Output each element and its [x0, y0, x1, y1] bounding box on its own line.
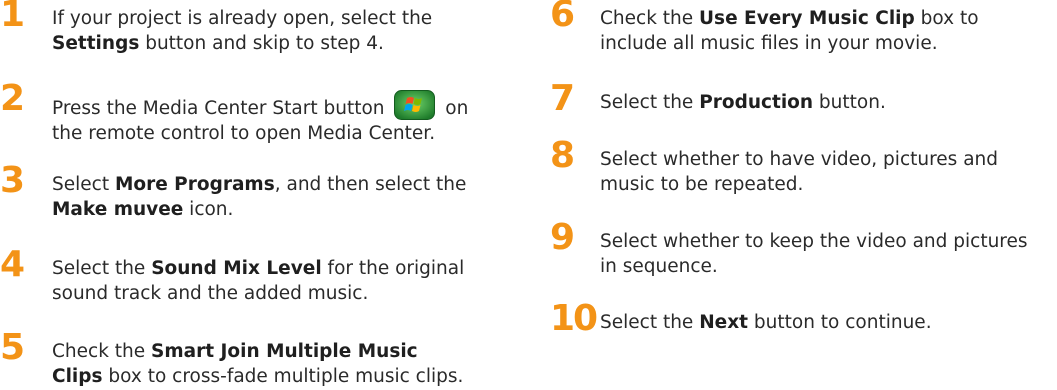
step-text-segment: If your project is already open, select …: [52, 8, 433, 29]
step-text-line: Settings button and skip to step 4.: [52, 31, 432, 56]
step-text: If your project is already open, select …: [52, 6, 432, 56]
ui-element-name: Settings: [52, 33, 140, 54]
ui-element-name: Production: [699, 92, 814, 113]
step-text-segment: Check the: [600, 8, 700, 29]
step-number: 4: [0, 244, 26, 285]
step-text-line: the remote control to open Media Center.: [52, 121, 468, 146]
step-text: Select the Production button.: [600, 90, 886, 115]
step-text-segment: Select whether to have video, pictures a…: [600, 149, 998, 170]
step-text-line: Select whether to have video, pictures a…: [600, 147, 998, 172]
step-text-segment: sound track and the added music.: [52, 283, 369, 304]
step-text: Check the Use Every Music Clip box to inc…: [600, 6, 979, 56]
windows-start-icon: [394, 90, 436, 120]
ui-element-name: Sound Mix Level: [151, 258, 322, 279]
step-text-line: Select the Sound Mix Level for the origi…: [52, 256, 464, 281]
step-text-segment: Select the: [600, 312, 700, 333]
step-text-line: Make muvee icon.: [52, 197, 466, 222]
ui-element-name: Smart Join Multiple Music: [151, 341, 418, 362]
step-text-segment: Select the: [600, 92, 700, 113]
step-text-segment: include all music files in your movie.: [600, 33, 938, 54]
step-text-line: Select the Production button.: [600, 90, 886, 115]
step-text-segment: for the original: [321, 258, 465, 279]
step-text: Select the Sound Mix Level for the origi…: [52, 256, 464, 306]
step-text-line: If your project is already open, select …: [52, 6, 432, 31]
step-text: Select More Programs, and then select th…: [52, 172, 466, 222]
step-text-segment: the remote control to open Media Center.: [52, 123, 436, 144]
step-number: 9: [550, 217, 576, 258]
step-text-line: Check the Smart Join Multiple Music: [52, 339, 463, 364]
step-text-segment: box to cross-fade multiple music clips.: [102, 366, 464, 387]
step-text-segment: icon.: [183, 199, 234, 220]
step-text-segment: button to continue.: [748, 312, 932, 333]
step-number: 3: [0, 160, 26, 201]
step-text-segment: Check the: [52, 341, 152, 362]
step-text-line: Select whether to keep the video and pic…: [600, 229, 1028, 254]
step-text-line: Select the Next button to continue.: [600, 310, 932, 335]
step-text-line: sound track and the added music.: [52, 281, 464, 306]
step-number: 7: [550, 78, 576, 119]
step-text: Select whether to keep the video and pic…: [600, 229, 1028, 279]
step-text-line: Clips box to cross-fade multiple music c…: [52, 364, 463, 389]
step-text-segment: on: [439, 98, 469, 119]
step-text: Press the Media Center Start button on th…: [52, 90, 468, 146]
step-text-line: include all music files in your movie.: [600, 31, 979, 56]
step-text-segment: in sequence.: [600, 256, 718, 277]
step-text-line: music to be repeated.: [600, 172, 998, 197]
step-text-segment: button and skip to step 4.: [139, 33, 384, 54]
step-number: 1: [0, 0, 26, 35]
step-number: 8: [550, 135, 576, 176]
step-number: 10: [550, 298, 598, 339]
step-text: Check the Smart Join Multiple Music Clips…: [52, 339, 463, 389]
step-text-line: Select More Programs, and then select th…: [52, 172, 466, 197]
ui-element-name: More Programs: [114, 174, 275, 195]
step-text-segment: Press the Media Center Start button: [52, 98, 391, 119]
step-text-line: Check the Use Every Music Clip box to: [600, 6, 979, 31]
step-text-segment: Select: [52, 174, 115, 195]
step-text-line: Press the Media Center Start button on: [52, 90, 468, 121]
ui-element-name: Use Every Music Clip: [699, 8, 915, 29]
step-text: Select the Next button to continue.: [600, 310, 932, 335]
step-text-segment: box to: [914, 8, 979, 29]
step-text-segment: Select the: [52, 258, 152, 279]
step-text-segment: , and then select the: [274, 174, 467, 195]
step-text-segment: music to be repeated.: [600, 174, 804, 195]
step-number: 2: [0, 78, 26, 119]
ui-element-name: Clips: [52, 366, 103, 387]
step-number: 6: [550, 0, 576, 35]
ui-element-name: Make muvee: [52, 199, 184, 220]
ui-element-name: Next: [699, 312, 749, 333]
step-text: Select whether to have video, pictures a…: [600, 147, 998, 197]
step-text-line: in sequence.: [600, 254, 1028, 279]
step-number: 5: [0, 327, 26, 368]
step-text-segment: button.: [813, 92, 886, 113]
step-text-segment: Select whether to keep the video and pic…: [600, 231, 1028, 252]
